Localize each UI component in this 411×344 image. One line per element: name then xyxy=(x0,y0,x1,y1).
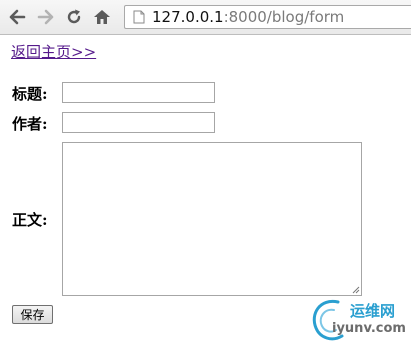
resize-grip-icon[interactable] xyxy=(351,285,360,294)
watermark-en: iyunv.com xyxy=(332,321,406,336)
url-text: 127.0.0.1:8000/blog/form xyxy=(152,7,344,27)
forward-button[interactable] xyxy=(36,6,56,28)
reload-button[interactable] xyxy=(64,6,84,28)
back-icon xyxy=(9,9,26,25)
swirl-logo-icon xyxy=(312,299,344,341)
author-input[interactable] xyxy=(62,112,215,133)
url-path: :8000/blog/form xyxy=(223,8,345,26)
address-bar[interactable]: 127.0.0.1:8000/blog/form xyxy=(124,5,411,29)
body-textarea[interactable] xyxy=(62,142,362,296)
watermark-cn: 运维网 xyxy=(350,302,396,320)
title-label: 标题: xyxy=(12,85,48,103)
watermark-logo: 运维网 iyunv.com xyxy=(308,296,411,344)
url-host: 127.0.0.1 xyxy=(152,8,224,26)
body-label: 正文: xyxy=(12,211,48,229)
save-button[interactable]: 保存 xyxy=(12,305,53,324)
home-link[interactable]: 返回主页>> xyxy=(11,43,96,61)
home-button[interactable] xyxy=(92,6,112,28)
home-icon xyxy=(94,10,110,24)
reload-icon xyxy=(67,9,81,24)
back-button[interactable] xyxy=(7,6,27,28)
forward-icon xyxy=(37,9,54,25)
page-icon xyxy=(133,10,145,24)
browser-toolbar: 127.0.0.1:8000/blog/form xyxy=(0,0,411,35)
title-input[interactable] xyxy=(62,82,215,103)
author-label: 作者: xyxy=(12,115,48,133)
